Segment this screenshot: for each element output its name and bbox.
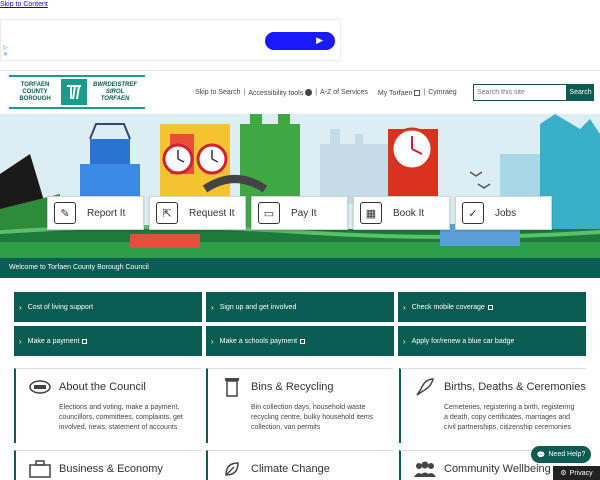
chevron-right-icon: › <box>211 336 214 346</box>
leaf-icon <box>220 457 244 480</box>
pencil-icon: ✎ <box>54 202 76 224</box>
ad-cta-button[interactable]: ▶ <box>265 32 335 50</box>
chevron-right-icon: ▶ <box>316 35 323 45</box>
schools-payment-button[interactable]: › Make a schools payment <box>206 326 394 356</box>
card-births-deaths[interactable]: Births, Deaths & Ceremonies Cemeteries, … <box>399 368 586 443</box>
external-link-icon <box>487 304 493 310</box>
bin-icon <box>220 375 244 399</box>
button-label: Cost of living support <box>27 303 94 311</box>
separator: | <box>423 89 426 96</box>
card-business-economy[interactable]: Business & Economy <box>14 450 201 480</box>
chevron-right-icon: › <box>403 302 406 312</box>
card-description: Bin collection days, household waste rec… <box>251 404 374 431</box>
skip-to-search-link[interactable]: Skip to Search <box>195 89 241 96</box>
advertisement-banner[interactable]: ▷ ✕ ▶ <box>0 19 341 61</box>
card-title: Births, Deaths & Ceremonies <box>444 381 586 393</box>
card-bins-recycling[interactable]: Bins & Recycling Bin collection days, ho… <box>206 368 393 443</box>
privacy-button[interactable]: ⚙ Privacy <box>553 466 600 480</box>
cymraeg-link[interactable]: Cymraeg <box>428 89 456 96</box>
pay-it-button[interactable]: ▭ Pay It <box>251 196 348 230</box>
quick-links-bar: ✎ Report It ⇱ Request It ▭ Pay It ▦ Book… <box>47 196 557 230</box>
a-z-services-link[interactable]: A-Z of Services <box>320 89 368 96</box>
accessibility-tools-link[interactable]: Accessibility tools <box>248 88 313 97</box>
external-link-icon <box>82 338 88 344</box>
accessibility-icon <box>305 89 313 96</box>
quick-link-label: Book It <box>393 207 425 219</box>
welcome-banner: Welcome to Torfaen County Borough Counci… <box>0 258 600 278</box>
card-about-council[interactable]: About the Council Elections and voting, … <box>14 368 201 443</box>
checkbox-icon: ✓ <box>462 202 484 224</box>
card-title: About the Council <box>59 381 146 393</box>
privacy-label: Privacy <box>569 469 593 477</box>
chevron-right-icon: › <box>19 302 22 312</box>
cursor-click-icon: ⇱ <box>156 202 178 224</box>
button-label: Make a payment <box>27 337 80 345</box>
skip-to-content-link[interactable]: Skip to Content <box>0 1 48 8</box>
need-help-button[interactable]: 💬 Need Help? <box>531 446 591 463</box>
button-label: Check mobile coverage <box>411 303 485 311</box>
report-it-button[interactable]: ✎ Report It <box>47 196 144 230</box>
request-it-button[interactable]: ⇱ Request It <box>149 196 246 230</box>
make-payment-button[interactable]: › Make a payment <box>14 326 202 356</box>
header-divider <box>0 70 600 71</box>
card-title: Bins & Recycling <box>251 381 334 393</box>
button-label: Make a schools payment <box>219 337 298 345</box>
need-help-label: Need Help? <box>548 451 586 458</box>
briefcase-icon <box>28 457 52 480</box>
quill-icon <box>413 375 437 399</box>
chevron-right-icon: › <box>403 336 406 346</box>
search-button[interactable]: Search <box>567 84 594 101</box>
book-it-button[interactable]: ▦ Book It <box>353 196 450 230</box>
button-label: Sign up and get involved <box>219 303 297 311</box>
gear-icon: ⚙ <box>560 470 567 477</box>
logo-mark-icon <box>61 79 87 105</box>
hero-town-illustration <box>0 114 600 258</box>
card-climate-change[interactable]: Climate Change <box>206 450 393 480</box>
separator: | <box>315 89 318 96</box>
people-icon <box>413 457 437 480</box>
card-title: Climate Change <box>251 463 330 475</box>
check-mobile-coverage-button[interactable]: › Check mobile coverage <box>398 292 586 322</box>
blue-badge-button[interactable]: › Apply for/renew a blue car badge <box>398 326 586 356</box>
chevron-right-icon: › <box>211 302 214 312</box>
card-description: Cemeteries, registering a birth, registe… <box>444 404 575 431</box>
chat-icon: 💬 <box>536 451 546 459</box>
button-label: Apply for/renew a blue car badge <box>411 337 515 345</box>
credit-card-icon: ▭ <box>258 202 280 224</box>
hero-illustration <box>0 114 600 258</box>
separator: | <box>243 89 246 96</box>
card-title: Business & Economy <box>59 463 163 475</box>
quick-link-label: Jobs <box>495 207 517 219</box>
site-logo[interactable]: TORFAEN COUNTY BOROUGH BWRDEISTREF SIROL TOR… <box>9 75 145 109</box>
site-search: Search <box>473 84 594 101</box>
quick-link-label: Report It <box>87 207 126 219</box>
ad-choices-icon[interactable]: ▷ ✕ <box>3 45 8 59</box>
utility-nav: Skip to Search | Accessibility tools | A… <box>195 88 457 97</box>
cost-of-living-button[interactable]: › Cost of living support <box>14 292 202 322</box>
council-icon <box>28 375 52 399</box>
logo-text-english: TORFAEN COUNTY BOROUGH <box>19 81 51 102</box>
card-description: Elections and voting, make a payment, co… <box>59 404 183 431</box>
sign-up-button[interactable]: › Sign up and get involved <box>206 292 394 322</box>
my-torfaen-link[interactable]: My Torfaen <box>378 89 421 97</box>
external-link-icon <box>300 338 306 344</box>
jobs-button[interactable]: ✓ Jobs <box>455 196 552 230</box>
quick-link-label: Request It <box>189 207 235 219</box>
card-title: Community Wellbeing <box>444 463 551 475</box>
search-input[interactable] <box>473 84 567 101</box>
quick-link-label: Pay It <box>291 207 317 219</box>
calendar-icon: ▦ <box>360 202 382 224</box>
logo-text-welsh: BWRDEISTREF SIROL TORFAEN <box>93 81 137 102</box>
external-link-icon <box>414 89 421 96</box>
chevron-right-icon: › <box>19 336 22 346</box>
